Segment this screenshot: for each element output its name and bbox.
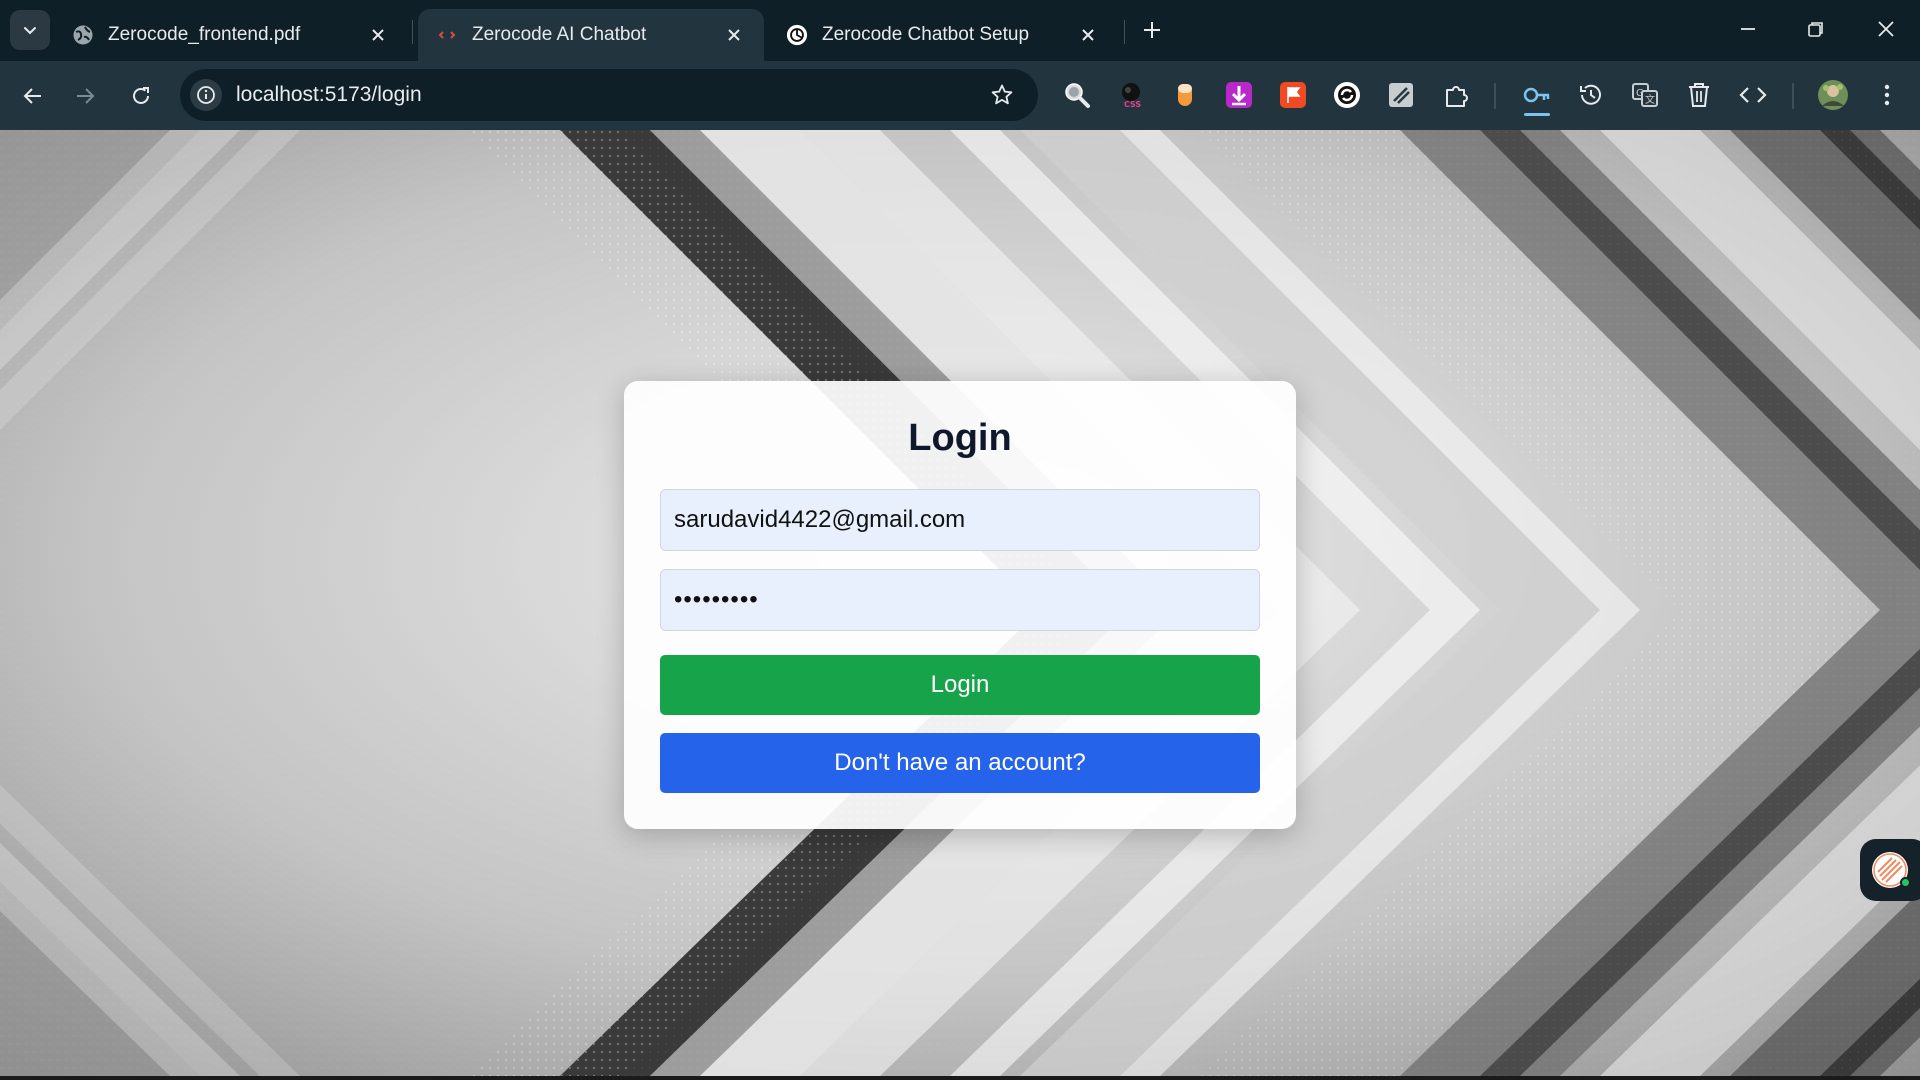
- url-text[interactable]: localhost:5173/login: [236, 83, 982, 107]
- login-title: Login: [908, 417, 1012, 459]
- close-icon: [1878, 21, 1894, 37]
- login-button[interactable]: Login: [660, 655, 1260, 715]
- code-brackets-icon[interactable]: [1736, 78, 1770, 112]
- minimize-button[interactable]: [1714, 0, 1782, 58]
- reload-icon: [133, 87, 149, 104]
- chat-widget-button[interactable]: [1860, 839, 1920, 901]
- address-bar[interactable]: localhost:5173/login: [180, 69, 1038, 121]
- site-info-icon[interactable]: [190, 79, 222, 111]
- close-window-button[interactable]: [1852, 0, 1920, 58]
- profile-avatar-icon[interactable]: [1816, 78, 1850, 112]
- bookmark-star-icon[interactable]: [982, 75, 1022, 115]
- code-icon: [436, 24, 458, 46]
- toolbar-separator: [1792, 83, 1794, 109]
- login-card: Login Login Don't have an account?: [624, 381, 1296, 829]
- magnifier-icon[interactable]: [1060, 78, 1094, 112]
- orange-pill-icon[interactable]: [1168, 78, 1202, 112]
- puzzle-icon[interactable]: [1440, 78, 1474, 112]
- restore-button[interactable]: [1782, 0, 1850, 58]
- tab-zerocode-frontend-pdf[interactable]: Zerocode_frontend.pdf: [54, 9, 408, 61]
- plus-icon: [1144, 22, 1160, 38]
- password-input[interactable]: [660, 569, 1260, 631]
- tab-title: Zerocode_frontend.pdf: [108, 24, 301, 45]
- active-indicator: [1524, 113, 1550, 116]
- tab-zerocode-chatbot-setup[interactable]: Zerocode Chatbot Setup: [768, 9, 1118, 61]
- password-key-icon[interactable]: [1520, 78, 1554, 112]
- arrow-left-icon: [23, 88, 41, 104]
- css-peeper-icon[interactable]: CSS: [1116, 78, 1150, 112]
- new-tab-button[interactable]: [1136, 14, 1168, 46]
- tab-title: Zerocode AI Chatbot: [472, 24, 647, 45]
- svg-text:CSS: CSS: [1124, 100, 1141, 109]
- menu-kebab-icon[interactable]: [1870, 78, 1904, 112]
- arrow-right-icon: [77, 88, 95, 104]
- tab-search-button[interactable]: [10, 10, 50, 50]
- bookmark-flag-icon[interactable]: [1276, 78, 1310, 112]
- page-viewport: Login Login Don't have an account?: [0, 130, 1920, 1076]
- translate-icon[interactable]: G文: [1628, 78, 1662, 112]
- openai-icon: [786, 24, 808, 46]
- chevron-down-icon: [24, 27, 36, 35]
- close-icon[interactable]: [722, 23, 746, 47]
- window-bottom-edge: [0, 1076, 1920, 1080]
- reload-button[interactable]: [122, 77, 160, 115]
- sync-icon[interactable]: [1330, 78, 1364, 112]
- close-icon[interactable]: [1076, 23, 1100, 47]
- tab-separator: [1124, 20, 1125, 44]
- globe-icon: [72, 24, 94, 46]
- tab-zerocode-ai-chatbot[interactable]: Zerocode AI Chatbot: [418, 9, 764, 61]
- signup-link-button[interactable]: Don't have an account?: [660, 733, 1260, 793]
- trash-icon[interactable]: [1682, 78, 1716, 112]
- download-icon[interactable]: [1222, 78, 1256, 112]
- svg-text:文: 文: [1645, 93, 1655, 106]
- tab-title: Zerocode Chatbot Setup: [822, 24, 1030, 45]
- forward-button[interactable]: [66, 77, 104, 115]
- svg-text:G: G: [1636, 88, 1644, 99]
- email-input[interactable]: [660, 489, 1260, 551]
- browser-toolbar: localhost:5173/login CSS G文: [0, 61, 1920, 130]
- online-status-dot: [1900, 877, 1911, 888]
- history-icon[interactable]: [1574, 78, 1608, 112]
- back-button[interactable]: [14, 77, 52, 115]
- minimize-icon: [1741, 28, 1755, 30]
- close-icon[interactable]: [366, 23, 390, 47]
- toolbar-separator: [1494, 83, 1496, 109]
- notes-icon[interactable]: [1384, 78, 1418, 112]
- tab-separator: [412, 20, 413, 44]
- browser-tab-strip: Zerocode_frontend.pdf Zerocode AI Chatbo…: [0, 0, 1920, 61]
- restore-icon: [1808, 22, 1823, 37]
